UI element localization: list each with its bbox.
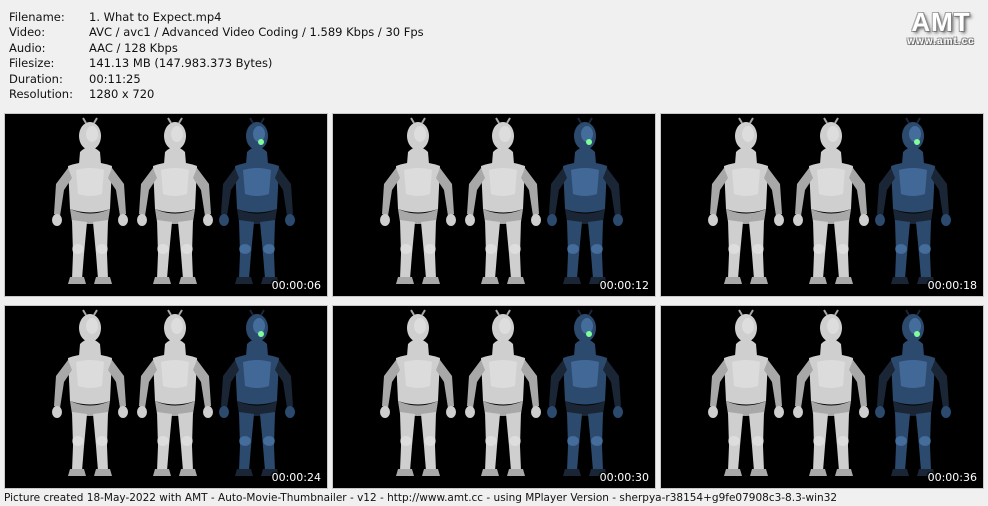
info-value: AVC / avc1 / Advanced Video Coding / 1.5… (89, 25, 424, 40)
thumbnail-2: 00:00:12 (333, 114, 655, 296)
info-value: 1280 x 720 (89, 87, 155, 102)
thumbnail-1: 00:00:06 (5, 114, 327, 296)
timestamp: 00:00:06 (271, 279, 321, 292)
timestamp: 00:00:18 (927, 279, 977, 292)
info-value: 1. What to Expect.mp4 (89, 10, 222, 24)
info-key: Resolution: (9, 87, 73, 102)
info-key: Video: (9, 25, 46, 40)
media-info: Filename: 1. What to Expect.mp4 Video: AVC… (9, 10, 424, 102)
character-scene (52, 309, 295, 476)
character-scene (380, 117, 623, 284)
logo-url: www.amt.cc (907, 36, 975, 47)
thumbnail-3: 00:00:18 (661, 114, 983, 296)
character-scene (708, 309, 951, 476)
timestamp: 00:00:12 (599, 279, 649, 292)
thumbnail-6: 00:00:36 (661, 306, 983, 488)
timestamp: 00:00:30 (599, 471, 649, 484)
info-key: Duration: (9, 71, 63, 86)
info-row-filesize: Filesize: 141.13 MB (147.983.373 Bytes) (9, 56, 424, 71)
info-row-resolution: Resolution: 1280 x 720 (9, 87, 424, 102)
info-value: AAC / 128 Kbps (89, 40, 178, 55)
character-scene (708, 117, 951, 284)
info-key: Filename: (9, 10, 65, 24)
info-row-duration: Duration: 00:11:25 (9, 72, 424, 87)
character-scene (380, 309, 623, 476)
timestamp: 00:00:36 (927, 471, 977, 484)
logo-text: AMT (911, 7, 971, 37)
info-row-filename: Filename: 1. What to Expect.mp4 (9, 10, 424, 25)
info-row-audio: Audio: AAC / 128 Kbps (9, 41, 424, 56)
info-row-video: Video: AVC / avc1 / Advanced Video Coding… (9, 25, 424, 40)
timestamp: 00:00:24 (271, 471, 321, 484)
thumbnail-4: 00:00:24 (5, 306, 327, 488)
info-value: 141.13 MB (147.983.373 Bytes) (89, 56, 273, 71)
thumbnail-5: 00:00:30 (333, 306, 655, 488)
info-key: Filesize: (9, 56, 55, 71)
info-key: Audio: (9, 40, 46, 55)
amt-logo: AMT www.amt.cc (906, 8, 976, 47)
footer-credit: Picture created 18-May-2022 with AMT - A… (4, 492, 838, 504)
character-scene (52, 117, 295, 284)
info-value: 00:11:25 (89, 71, 141, 86)
